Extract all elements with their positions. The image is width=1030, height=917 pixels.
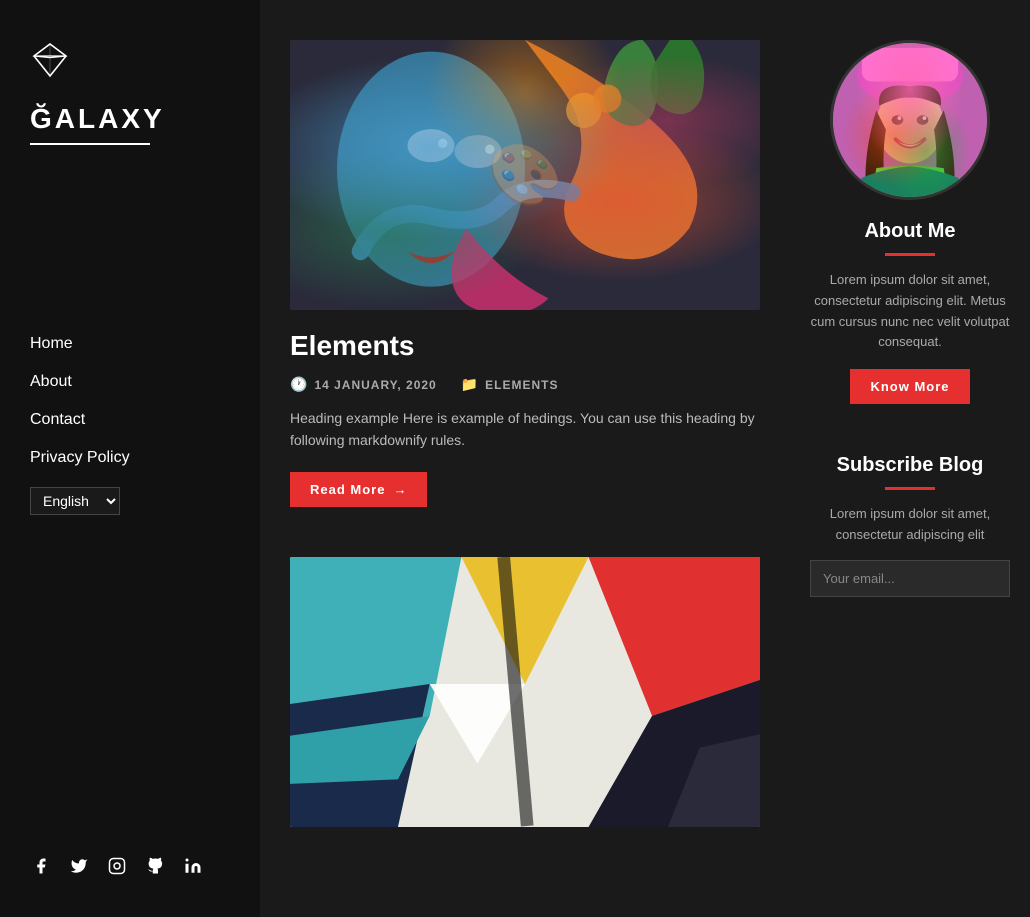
sidebar: ĞALAXY Home About Contact Privacy Policy… xyxy=(0,0,260,917)
avatar xyxy=(830,40,990,200)
nav-item-about[interactable]: About xyxy=(30,373,230,391)
subscribe-title: Subscribe Blog xyxy=(810,454,1010,477)
logo-title: ĞALAXY xyxy=(30,103,230,135)
about-widget: About Me Lorem ipsum dolor sit amet, con… xyxy=(810,40,1010,404)
logo-underline xyxy=(30,143,150,145)
navigation-menu: Home About Contact Privacy Policy xyxy=(30,335,230,467)
about-me-text: Lorem ipsum dolor sit amet, consectetur … xyxy=(810,270,1010,353)
twitter-icon[interactable] xyxy=(68,855,90,877)
github-icon[interactable] xyxy=(144,855,166,877)
arrow-icon: → xyxy=(393,482,407,497)
social-icons-bar xyxy=(30,855,204,877)
abstract-art-image xyxy=(290,557,760,827)
language-selector[interactable]: English French Spanish German xyxy=(30,487,120,515)
nav-item-privacy[interactable]: Privacy Policy xyxy=(30,449,230,467)
instagram-icon[interactable] xyxy=(106,855,128,877)
nav-item-home[interactable]: Home xyxy=(30,335,230,353)
subscribe-email-input[interactable] xyxy=(810,560,1010,597)
diamond-icon xyxy=(30,40,230,93)
logo-area: ĞALAXY xyxy=(30,40,230,145)
article-image-1 xyxy=(290,40,760,310)
nav-item-contact[interactable]: Contact xyxy=(30,411,230,429)
folder-icon: 📁 xyxy=(461,376,479,393)
article-title-1: Elements xyxy=(290,330,760,362)
article-meta-1: 🕐 14 JANUARY, 2020 📁 ELEMENTS xyxy=(290,376,760,393)
linkedin-icon[interactable] xyxy=(182,855,204,877)
read-more-button-1[interactable]: Read More → xyxy=(290,472,427,507)
main-content: Elements 🕐 14 JANUARY, 2020 📁 ELEMENTS H… xyxy=(260,0,790,917)
article-card-1: Elements 🕐 14 JANUARY, 2020 📁 ELEMENTS H… xyxy=(290,40,760,507)
about-me-title: About Me xyxy=(810,220,1010,243)
mural-art-image xyxy=(290,40,760,310)
subscribe-title-underline xyxy=(885,487,935,490)
clock-icon: 🕐 xyxy=(290,376,308,393)
article-excerpt-1: Heading example Here is example of hedin… xyxy=(290,407,760,452)
article-date-1: 🕐 14 JANUARY, 2020 xyxy=(290,376,437,393)
article-card-2 xyxy=(290,557,760,827)
facebook-icon[interactable] xyxy=(30,855,52,877)
know-more-button[interactable]: Know More xyxy=(850,369,969,404)
article-category-1: 📁 ELEMENTS xyxy=(461,376,559,393)
subscribe-text: Lorem ipsum dolor sit amet, consectetur … xyxy=(810,504,1010,546)
right-sidebar: About Me Lorem ipsum dolor sit amet, con… xyxy=(790,0,1030,917)
subscribe-widget: Subscribe Blog Lorem ipsum dolor sit ame… xyxy=(810,454,1010,597)
article-image-2 xyxy=(290,557,760,827)
about-title-underline xyxy=(885,253,935,256)
